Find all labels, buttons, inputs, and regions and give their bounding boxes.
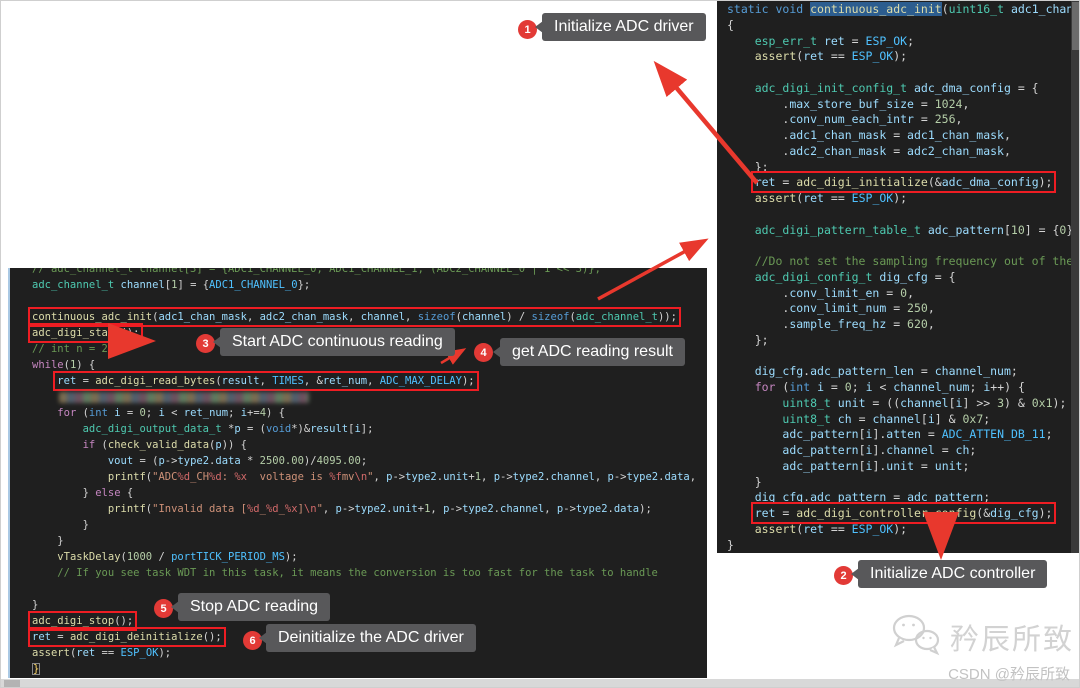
scrollbar-thumb[interactable] xyxy=(4,680,20,687)
code-panel-adc-init-function: static void continuous_adc_init(uint16_t… xyxy=(717,0,1072,553)
annotation-4-badge: 4 xyxy=(474,343,493,362)
wechat-icon xyxy=(890,612,942,661)
watermark-credit-text: CSDN @矜辰所致 xyxy=(948,666,1070,683)
annotation-3-label: Start ADC continuous reading xyxy=(213,328,455,356)
watermark: 矜辰所致 CSDN @矜辰所致 xyxy=(814,612,1074,684)
annotation-6-label: Deinitialize the ADC driver xyxy=(259,624,476,652)
annotation-4-label: get ADC reading result xyxy=(493,338,685,366)
annotation-1-label: Initialize ADC driver xyxy=(535,13,706,41)
right-panel-scrollbar[interactable] xyxy=(1071,0,1080,553)
watermark-brand-text: 矜辰所致 xyxy=(949,623,1074,656)
code-right: static void continuous_adc_init(uint16_t… xyxy=(727,2,1072,552)
annotation-2-label: Initialize ADC controller xyxy=(850,560,1048,588)
scrollbar-thumb[interactable] xyxy=(1072,2,1079,50)
annotation-5-label: Stop ADC reading xyxy=(170,593,331,621)
